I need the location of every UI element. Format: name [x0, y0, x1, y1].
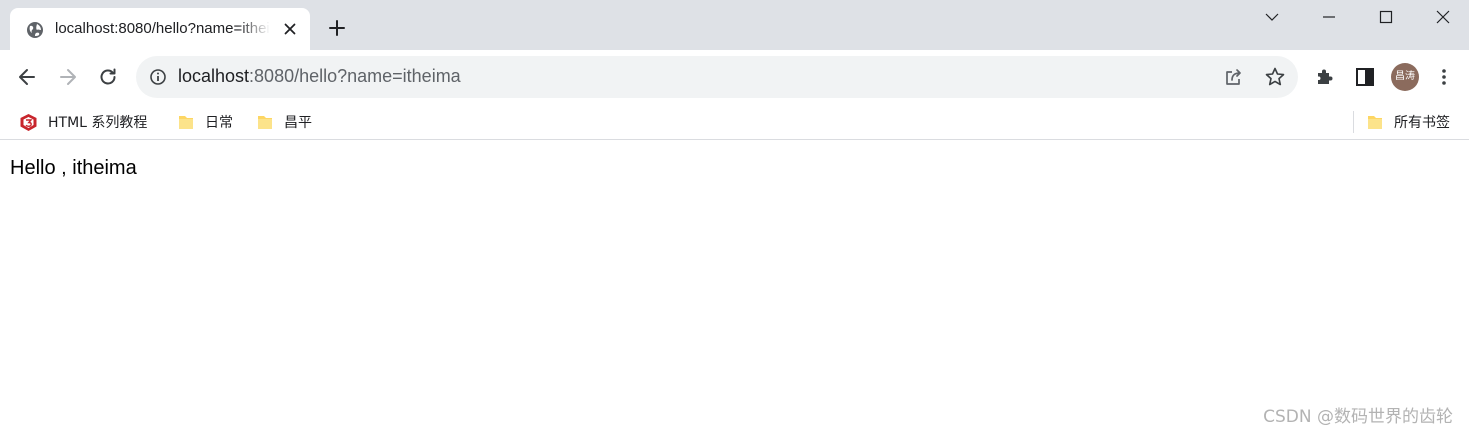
bookmark-folder-daily[interactable]: 日常 [177, 109, 233, 135]
new-tab-icon[interactable] [327, 18, 347, 38]
bookmark-label: 所有书签 [1394, 115, 1450, 131]
page-body-text: Hello , itheima [10, 157, 137, 179]
url-host: localhost [178, 66, 250, 86]
info-icon[interactable] [149, 68, 167, 86]
bookmark-label: 日常 [205, 115, 233, 131]
back-arrow-icon[interactable] [15, 65, 39, 89]
bookmark-folder-changping[interactable]: 昌平 [256, 109, 312, 135]
folder-icon [256, 113, 284, 131]
tab-close-icon[interactable] [282, 21, 298, 37]
bookmark-html-tutorial[interactable]: HTML 系列教程 [19, 109, 147, 135]
profile-avatar[interactable]: 昌涛 [1391, 63, 1419, 91]
browser-toolbar: localhost:8080/hello?name=itheima 昌涛 [0, 50, 1469, 104]
puzzle-icon[interactable] [1314, 66, 1336, 88]
globe-icon [26, 21, 44, 39]
forward-arrow-icon[interactable] [56, 65, 80, 89]
maximize-icon[interactable] [1363, 0, 1409, 34]
title-bar: localhost:8080/hello?name=itheima [0, 0, 1469, 50]
html-logo-icon [19, 113, 48, 132]
url-path: :8080/hello?name=itheima [249, 66, 461, 86]
bookmark-label: HTML 系列教程 [48, 115, 148, 131]
folder-icon [1366, 113, 1394, 131]
bookmarks-separator [1353, 111, 1354, 133]
watermark: CSDN @数码世界的齿轮 [1263, 407, 1453, 427]
folder-icon [177, 113, 205, 131]
share-icon[interactable] [1223, 66, 1245, 88]
side-panel-icon[interactable] [1354, 66, 1376, 88]
star-icon[interactable] [1264, 66, 1286, 88]
tab-title: localhost:8080/hello?name=itheima [55, 20, 270, 37]
browser-tab[interactable]: localhost:8080/hello?name=itheima [10, 8, 310, 50]
bookmarks-bar: HTML 系列教程 日常 昌平 所有书签 [0, 104, 1469, 140]
url-text[interactable]: localhost:8080/hello?name=itheima [178, 66, 461, 87]
all-bookmarks-folder[interactable]: 所有书签 [1366, 109, 1450, 135]
chevron-down-icon[interactable] [1249, 0, 1295, 34]
minimize-icon[interactable] [1306, 0, 1352, 34]
reload-icon[interactable] [96, 65, 120, 89]
address-bar[interactable]: localhost:8080/hello?name=itheima [136, 56, 1298, 98]
kebab-menu-icon[interactable] [1434, 66, 1454, 88]
bookmark-label: 昌平 [284, 115, 312, 131]
window-close-icon[interactable] [1420, 0, 1466, 34]
